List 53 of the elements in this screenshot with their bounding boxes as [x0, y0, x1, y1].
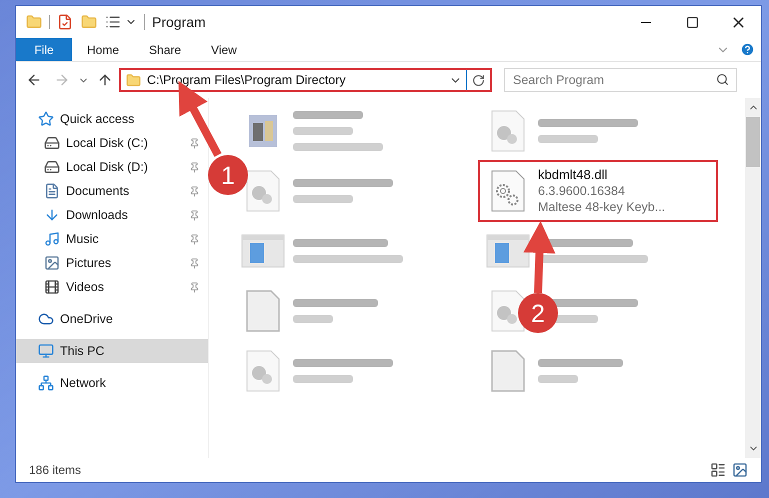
picture-icon — [44, 255, 60, 271]
sidebar-item[interactable]: Music — [16, 227, 208, 251]
file-detail: 6.3.9600.16384 — [538, 183, 626, 199]
film-icon — [44, 279, 60, 295]
search-field[interactable]: Search Program — [504, 68, 737, 92]
large-icons-view-icon[interactable] — [732, 462, 748, 478]
file-detail: Maltese 48-key Keyb... — [538, 199, 666, 215]
properties-icon[interactable] — [57, 14, 73, 30]
back-icon[interactable] — [26, 72, 42, 88]
blank-file-icon — [245, 289, 281, 333]
dll-file-icon — [490, 109, 526, 153]
search-icon — [716, 73, 729, 86]
maximize-icon — [686, 16, 698, 28]
cloud-icon — [38, 311, 54, 327]
sidebar-item[interactable]: This PC — [16, 339, 208, 363]
document-icon — [44, 183, 60, 199]
address-field[interactable]: C:\Program Files\Program Directory — [119, 68, 492, 92]
scrollbar[interactable] — [745, 98, 761, 458]
sidebar-item[interactable]: Videos — [16, 275, 208, 299]
item-count: 186 items — [29, 462, 82, 479]
refresh-icon[interactable] — [472, 74, 485, 86]
ribbon-tab[interactable]: Home — [72, 38, 134, 61]
sidebar-item[interactable]: Downloads — [16, 203, 208, 227]
folder-icon — [126, 72, 141, 88]
drive-icon — [44, 159, 60, 175]
monitor-icon — [38, 343, 54, 359]
dll-file-icon — [245, 169, 281, 213]
sidebar-item[interactable]: Quick access — [16, 107, 208, 131]
music-note-icon — [44, 231, 60, 247]
star-icon — [38, 111, 54, 127]
sidebar-item[interactable]: OneDrive — [16, 307, 208, 331]
installer-icon — [241, 234, 285, 268]
up-icon[interactable] — [97, 72, 113, 88]
sidebar-item[interactable]: Documents — [16, 179, 208, 203]
file-name: kbdmlt48.dll — [538, 167, 608, 183]
sidebar-item[interactable]: Local Disk (D:) — [16, 155, 208, 179]
installer-icon — [486, 234, 530, 268]
drive-icon — [44, 135, 60, 151]
details-view-icon[interactable] — [710, 462, 726, 478]
scroll-thumb[interactable] — [746, 117, 760, 167]
gear-file-icon — [490, 169, 526, 213]
view-options-icon[interactable] — [105, 14, 121, 30]
ribbon-tab[interactable]: View — [196, 38, 252, 61]
network-icon — [38, 375, 54, 391]
sidebar-item[interactable]: Local Disk (C:) — [16, 131, 208, 155]
sidebar-item[interactable]: Network — [16, 371, 208, 395]
dll-file-icon — [245, 349, 281, 393]
help-icon[interactable] — [740, 42, 755, 57]
window-title: Program — [152, 12, 206, 32]
dll-file-icon — [490, 289, 526, 333]
ribbon-tab[interactable]: Share — [134, 38, 196, 61]
blank-file-icon — [490, 349, 526, 393]
sidebar-item[interactable]: Pictures — [16, 251, 208, 275]
